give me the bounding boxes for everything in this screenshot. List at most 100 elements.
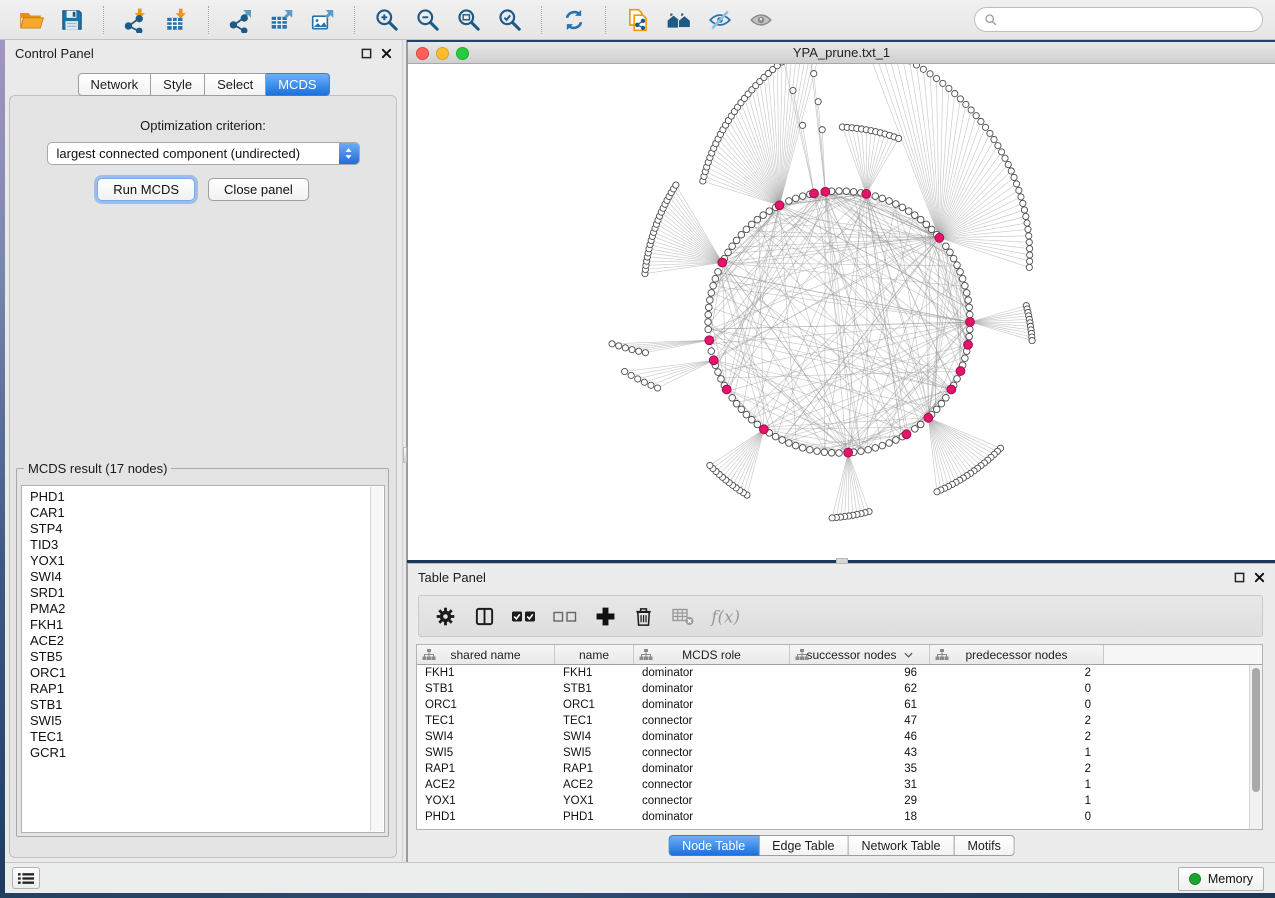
graph-node[interactable] [843,188,850,195]
graph-node[interactable] [928,226,935,233]
table-row[interactable]: ACE2ACE2connector311 [417,777,1262,793]
graph-node[interactable] [790,87,796,93]
graph-node[interactable] [792,195,799,202]
graph-dominator-node[interactable] [966,318,975,327]
graph-node[interactable] [959,275,966,282]
graph-node[interactable] [799,445,806,452]
graph-dominator-node[interactable] [722,385,731,394]
show-all-button[interactable] [742,4,779,36]
graph-dominator-node[interactable] [964,340,973,349]
column-header-name[interactable]: name [555,645,634,664]
graph-dominator-node[interactable] [775,201,784,210]
graph-node[interactable] [896,135,902,141]
graph-dominator-node[interactable] [709,356,718,365]
graph-node[interactable] [748,416,755,423]
create-column-button[interactable] [593,601,617,631]
graph-node[interactable] [774,64,780,69]
search-box[interactable] [974,7,1263,32]
mcds-result-item[interactable]: TID3 [22,537,368,553]
graph-node[interactable] [978,118,984,124]
mcds-result-item[interactable]: STB1 [22,697,368,713]
graph-node[interactable] [1008,168,1014,174]
graph-node[interactable] [729,395,736,402]
table-row[interactable]: YOX1YOX1connector291 [417,793,1262,809]
mcds-result-item[interactable]: GCR1 [22,745,368,761]
graph-node[interactable] [968,107,974,113]
graph-node[interactable] [754,216,761,223]
graph-node[interactable] [708,348,715,355]
first-neighbors-button[interactable] [660,4,697,36]
graph-dominator-node[interactable] [935,233,944,242]
graph-node[interactable] [912,212,919,219]
graph-node[interactable] [829,515,835,521]
tab-node-table[interactable]: Node Table [668,835,759,856]
memory-button[interactable]: Memory [1178,867,1264,891]
graph-node[interactable] [905,208,912,215]
graph-node[interactable] [917,421,924,428]
graph-node[interactable] [913,64,919,68]
graph-node[interactable] [966,333,973,340]
graph-node[interactable] [1002,155,1008,161]
graph-node[interactable] [893,201,900,208]
graph-node[interactable] [1020,200,1026,206]
graph-node[interactable] [622,345,628,351]
mcds-result-item[interactable]: ACE2 [22,633,368,649]
graph-node[interactable] [635,376,641,382]
export-table-button[interactable] [263,4,300,36]
export-network-button[interactable] [222,4,259,36]
column-header-shared-name[interactable]: shared name [417,645,555,664]
graph-node[interactable] [743,411,750,418]
graph-node[interactable] [815,99,821,105]
mcds-result-item[interactable]: PMA2 [22,601,368,617]
zoom-out-button[interactable] [409,4,446,36]
graph-node[interactable] [705,326,712,333]
maximize-window-icon[interactable] [456,47,469,60]
graph-node[interactable] [947,249,954,256]
tab-select[interactable]: Select [205,73,266,96]
graph-node[interactable] [965,297,972,304]
graph-node[interactable] [641,379,647,385]
graph-dominator-node[interactable] [810,189,819,198]
graph-node[interactable] [1024,220,1030,226]
export-image-button[interactable] [304,4,341,36]
graph-node[interactable] [715,369,722,376]
graph-node[interactable] [973,113,979,119]
graph-node[interactable] [886,440,893,447]
mcds-result-item[interactable]: SWI5 [22,713,368,729]
graph-node[interactable] [836,188,843,195]
zoom-in-button[interactable] [368,4,405,36]
mcds-result-item[interactable]: FKH1 [22,617,368,633]
graph-dominator-node[interactable] [718,258,727,267]
mcds-result-item[interactable]: SWI4 [22,569,368,585]
graph-node[interactable] [712,275,719,282]
graph-node[interactable] [966,326,973,333]
graph-node[interactable] [836,450,843,457]
table-row[interactable]: SWI4SWI4dominator462 [417,729,1262,745]
graph-dominator-node[interactable] [902,430,911,439]
mcds-result-item[interactable]: SRD1 [22,585,368,601]
import-table-button[interactable] [158,4,195,36]
close-panel-button[interactable]: Close panel [208,178,309,201]
graph-node[interactable] [966,304,973,311]
graph-node[interactable] [963,101,969,107]
mcds-result-item[interactable]: PHD1 [22,489,368,505]
graph-node[interactable] [982,124,988,130]
graph-node[interactable] [934,489,940,495]
apply-layout-button[interactable] [555,4,592,36]
graph-node[interactable] [706,304,713,311]
table-row[interactable]: SWI5SWI5connector431 [417,745,1262,761]
graph-node[interactable] [950,255,957,262]
close-panel-icon[interactable] [1254,572,1265,583]
zoom-fit-button[interactable] [450,4,487,36]
table-row[interactable]: RAP1RAP1dominator352 [417,761,1262,777]
graph-node[interactable] [786,198,793,205]
graph-node[interactable] [933,75,939,81]
table-settings-button[interactable] [433,601,457,631]
graph-node[interactable] [962,355,969,362]
mcds-result-item[interactable]: ORC1 [22,665,368,681]
graph-node[interactable] [609,341,615,347]
graph-node[interactable] [987,130,993,136]
graph-node[interactable] [792,442,799,449]
graph-node[interactable] [899,204,906,211]
graph-node[interactable] [705,311,712,318]
